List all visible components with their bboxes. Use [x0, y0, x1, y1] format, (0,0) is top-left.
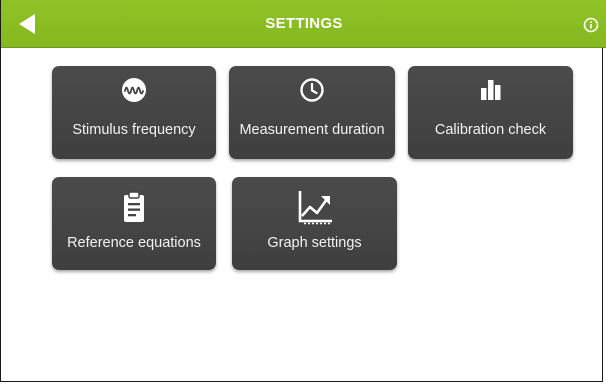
calibration-check-tile[interactable]: Calibration check [408, 66, 573, 159]
measurement-duration-label: Measurement duration [239, 122, 385, 138]
app-frame: SETTINGS Stimulus frequency Measurement … [0, 0, 606, 382]
info-button[interactable] [581, 15, 601, 35]
stimulus-frequency-label: Stimulus frequency [72, 122, 196, 138]
page-title: SETTINGS [265, 15, 343, 32]
top-bar: SETTINGS [1, 0, 606, 48]
reference-equations-label: Reference equations [67, 235, 201, 251]
graph-settings-tile[interactable]: Graph settings [232, 177, 397, 270]
calibration-check-label: Calibration check [434, 122, 547, 138]
clipboard-icon [124, 191, 144, 222]
clock-icon [300, 78, 324, 102]
info-icon [583, 17, 599, 33]
measurement-duration-tile[interactable]: Measurement duration [229, 66, 395, 159]
waveform-icon [122, 78, 146, 102]
reference-equations-tile[interactable]: Reference equations [52, 177, 216, 270]
graph-settings-label: Graph settings [267, 235, 362, 251]
trend-chart-icon [298, 191, 332, 225]
bar-chart-icon [480, 80, 500, 100]
stimulus-frequency-tile[interactable]: Stimulus frequency [52, 66, 216, 159]
